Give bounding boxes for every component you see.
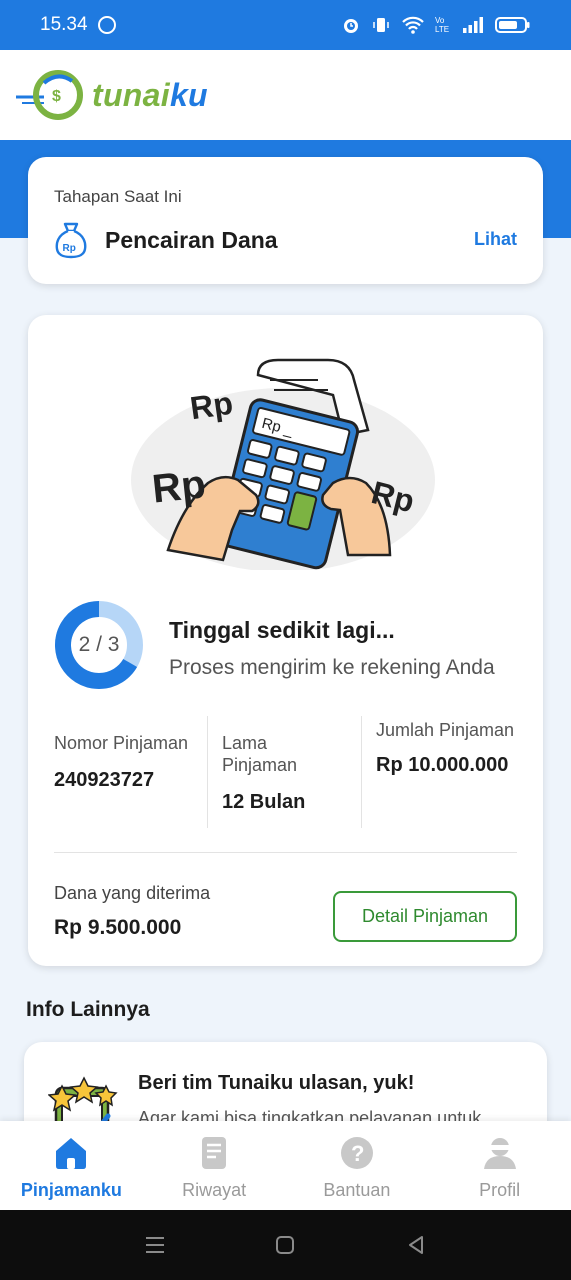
see-stage-link[interactable]: Lihat <box>474 229 517 250</box>
status-icons: Vo LTE <box>341 15 531 35</box>
progress-subtitle: Proses mengirim ke rekening Anda <box>169 656 495 679</box>
nav-label: Pinjamanku <box>20 1180 122 1200</box>
column-divider <box>361 716 362 828</box>
loan-detail-button[interactable]: Detail Pinjaman <box>333 891 517 942</box>
nav-item-bantuan[interactable]: ? Bantuan <box>286 1121 429 1210</box>
received-funds-value: Rp 9.500.000 <box>54 916 182 939</box>
card-divider <box>54 852 517 853</box>
battery-icon <box>495 17 530 33</box>
progress-label: 2 / 3 <box>78 633 120 656</box>
loan-number-label: Nomor Pinjaman <box>54 733 189 753</box>
app-header: $ tunaiku <box>0 50 571 140</box>
status-time: 15.34 <box>40 14 88 35</box>
loan-number-column: Nomor Pinjaman 240923727 <box>54 732 194 792</box>
other-info-title: Info Lainnya <box>26 998 150 1021</box>
stage-caption: Tahapan Saat Ini <box>54 187 182 206</box>
received-funds-label: Dana yang diterima <box>54 883 211 903</box>
nav-label: Riwayat <box>182 1180 247 1200</box>
nav-item-profil[interactable]: Profil <box>428 1121 571 1210</box>
alarm-icon <box>344 19 358 33</box>
logo-part-ku: ku <box>169 76 208 113</box>
loan-amount-column: Jumlah Pinjaman Rp 10.000.000 <box>376 719 516 777</box>
tunaiku-logo-icon: $ <box>16 70 83 120</box>
whatsapp-icon <box>97 16 116 34</box>
svg-text:?: ? <box>351 1141 364 1166</box>
current-stage-card: Tahapan Saat Ini Rp Pencairan Dana Lihat <box>28 157 543 284</box>
review-title: Beri tim Tunaiku ulasan, yuk! <box>138 1072 415 1094</box>
signal-icon <box>463 17 483 33</box>
calculator-illustration: Rp _ Rp Rp Rp <box>131 358 435 570</box>
status-bar: 15.34 Vo LTE <box>0 0 571 50</box>
bottom-navigation: Pinjamanku Riwayat ? Bantuan Profil <box>0 1121 571 1210</box>
system-navigation-bar <box>0 1210 571 1280</box>
illustration-rp-left: Rp <box>150 462 208 511</box>
loan-number-value: 240923727 <box>54 769 155 791</box>
loan-duration-value: 12 Bulan <box>222 791 306 813</box>
nav-item-riwayat[interactable]: Riwayat <box>143 1121 286 1210</box>
money-bag-icon: Rp <box>55 222 87 259</box>
vibrate-icon <box>373 18 389 32</box>
nav-label: Profil <box>479 1180 521 1200</box>
progress-title: Tinggal sedikit lagi... <box>169 617 395 643</box>
profile-icon <box>483 1138 516 1169</box>
svg-text:Vo: Vo <box>435 16 445 25</box>
loan-amount-label: Jumlah Pinjaman <box>376 720 515 740</box>
help-icon: ? <box>340 1137 373 1169</box>
loan-status-card: Rp _ Rp Rp Rp 2 / 3 Tinggal sedikit lagi… <box>28 315 543 966</box>
svg-text:Rp: Rp <box>63 243 76 254</box>
back-icon[interactable] <box>405 1234 427 1256</box>
svg-text:$: $ <box>52 88 61 105</box>
wifi-icon <box>402 16 424 34</box>
nav-label: Bantuan <box>323 1180 391 1200</box>
logo-part-tunai: tunai <box>92 76 170 113</box>
menu-icon[interactable] <box>144 1234 166 1256</box>
stage-title: Pencairan Dana <box>105 227 278 253</box>
home-square-icon[interactable] <box>274 1234 296 1256</box>
loan-amount-value: Rp 10.000.000 <box>376 754 509 776</box>
nav-item-pinjamanku[interactable]: Pinjamanku <box>0 1121 143 1210</box>
tunaiku-logo-text: tunaiku <box>92 77 208 114</box>
volte-icon: VoLTE <box>435 16 449 34</box>
loan-duration-column: Lama Pinjaman 12 Bulan <box>222 732 342 814</box>
column-divider <box>207 716 208 828</box>
home-icon <box>56 1138 87 1169</box>
svg-text:LTE: LTE <box>435 25 449 34</box>
history-icon <box>202 1137 227 1169</box>
illustration-rp-top: Rp <box>188 385 235 427</box>
loan-duration-label: Lama Pinjaman <box>222 733 298 775</box>
